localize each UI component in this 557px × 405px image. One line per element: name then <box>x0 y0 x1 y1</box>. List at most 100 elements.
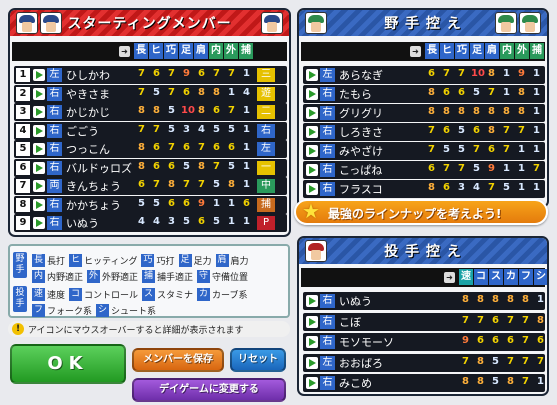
player-row[interactable]: 3 右かじかじ 8 8 5 10 8 6 7 1 二 <box>14 103 287 121</box>
stat-value: 3 <box>458 182 465 193</box>
batting-order: 8 <box>16 197 30 212</box>
player-row[interactable]: 6 右バルドゥロズ 8 6 6 5 8 7 5 1 一 <box>14 158 287 177</box>
stat-value: 6 <box>228 142 235 153</box>
player-name: おおばろ <box>339 356 383 370</box>
player-row[interactable]: 右いぬう 8 8 8 8 8 1 <box>303 292 545 310</box>
reset-button[interactable]: リセット <box>230 348 286 372</box>
player-name: みやざけ <box>339 145 383 158</box>
day-game-button[interactable]: デイゲームに変更する <box>132 378 286 402</box>
stat-value: 8 <box>522 294 529 305</box>
stat-value: 1 <box>503 87 510 98</box>
hint-text: アイコンにマウスオーバーすると詳細が表示されます <box>28 325 244 336</box>
stat-value: 7 <box>458 68 465 79</box>
player-row[interactable]: 右みこめ 8 8 5 8 7 1 <box>303 374 545 392</box>
stat-value: 7 <box>153 123 160 135</box>
stat-value: 8 <box>138 142 145 153</box>
stat-value: 8 <box>443 106 450 117</box>
player-name: いぬう <box>339 295 372 308</box>
stat-value: 8 <box>228 179 235 190</box>
legend-chip: フ <box>32 304 45 317</box>
stat-value: 8 <box>138 160 145 172</box>
player-row[interactable]: 5 右つっこん 8 6 7 6 7 6 6 1 左 <box>14 140 287 158</box>
stat-value: 6 <box>183 197 190 209</box>
stat-header: フ <box>519 269 533 285</box>
stat-value: 7 <box>507 355 514 367</box>
stat-value: 1 <box>533 125 540 136</box>
play-icon <box>306 88 318 100</box>
stat-value: 7 <box>458 163 465 174</box>
legend-line: 内内野適正外外野適正捕捕手適正守守備位置 <box>32 266 252 283</box>
stat-value: 5 <box>458 125 465 136</box>
legend-line: フフォーク系シシュート系 <box>32 300 160 317</box>
player-row[interactable]: 右グリグリ 8 8 8 8 8 8 8 1 <box>303 104 545 122</box>
play-icon <box>33 198 45 211</box>
player-row[interactable]: 1 左ひしかわ 7 6 7 9 6 7 7 1 三 <box>14 66 287 84</box>
stat-header: 内 <box>209 43 223 59</box>
stat-value: 6 <box>213 142 220 153</box>
stat-value: 7 <box>503 125 510 136</box>
player-row[interactable]: 右しろきさ 7 6 5 6 8 7 7 1 <box>303 123 545 141</box>
batting-hand: 右 <box>47 216 62 230</box>
stat-value: 1 <box>533 106 540 117</box>
stat-value: 5 <box>168 105 175 116</box>
player-row[interactable]: 右こぼ 7 7 6 7 7 8 <box>303 312 545 331</box>
stat-value: 9 <box>462 335 469 346</box>
stat-value: 5 <box>168 123 175 135</box>
stat-value: 7 <box>228 105 235 116</box>
player-row[interactable]: 9 右いぬう 4 4 3 5 6 5 1 1 P <box>14 214 287 232</box>
stat-header: 足 <box>179 43 193 59</box>
player-row[interactable]: 4 右ごごう 7 7 5 3 4 5 5 1 右 <box>14 121 287 140</box>
stat-value: 8 <box>153 105 160 116</box>
play-icon <box>306 377 318 389</box>
player-name: しろきさ <box>339 126 383 139</box>
stat-value: 3 <box>183 123 190 135</box>
batting-hand: 右 <box>47 197 62 212</box>
stat-value: 9 <box>518 68 525 79</box>
player-name: あらなぎ <box>339 69 383 82</box>
player-name: グリグリ <box>339 107 383 120</box>
stat-header: 長 <box>425 43 439 59</box>
stat-value: 6 <box>153 68 160 79</box>
batting-hand: 右 <box>320 335 335 349</box>
stat-value: 1 <box>243 105 250 116</box>
stat-value: 1 <box>243 68 250 79</box>
stat-value: 1 <box>243 160 250 172</box>
play-icon <box>306 126 318 138</box>
stat-value: 6 <box>153 142 160 153</box>
player-row[interactable]: 2 右やきさま 7 5 7 6 8 8 1 4 遊 <box>14 84 287 103</box>
stat-value: 5 <box>213 216 220 227</box>
player-row[interactable]: 7 両きんちょう 6 7 8 7 7 5 8 1 中 <box>14 177 287 195</box>
batting-order: 1 <box>16 68 30 82</box>
batting-hand: 右 <box>320 125 335 139</box>
stat-value: 6 <box>492 335 499 346</box>
ok-button[interactable]: OK <box>10 344 126 384</box>
stat-value: 1 <box>537 294 544 305</box>
player-name: モソモーソ <box>339 336 394 349</box>
stat-value: 1 <box>533 68 540 79</box>
player-name: つっこん <box>66 143 110 156</box>
stat-value: 8 <box>473 106 480 117</box>
player-row[interactable]: 左あらなぎ 6 7 7 10 8 1 9 1 <box>303 66 545 84</box>
stat-value: 5 <box>213 179 220 190</box>
stat-value: 4 <box>153 216 160 227</box>
legend-text: 外野適正 <box>102 273 139 283</box>
player-row[interactable]: 右モソモーソ 9 6 6 6 7 6 <box>303 333 545 351</box>
stat-value: 1 <box>537 376 544 387</box>
stat-legend: 野手 投手 長長打ヒヒッティング巧巧打足足力肩肩力内内野適正外外野適正捕捕手適正… <box>8 244 290 318</box>
player-row[interactable]: 右たもら 8 6 6 5 7 1 8 1 <box>303 85 545 103</box>
player-row[interactable]: 8 右かかちょう 5 5 6 6 9 1 1 6 捕 <box>14 195 287 214</box>
player-row[interactable]: 右こっぱね 6 7 7 5 9 1 1 7 <box>303 161 545 179</box>
batting-hand: 右 <box>320 163 335 177</box>
player-name: こっぱね <box>339 164 383 177</box>
legend-chip: カ <box>197 288 211 301</box>
play-icon <box>306 107 318 119</box>
stat-value: 6 <box>428 163 435 174</box>
banner-text: 最強のラインナップを考えよう! <box>328 207 502 221</box>
stat-value: 6 <box>183 86 190 98</box>
save-members-button[interactable]: メンバーを保存 <box>132 348 224 372</box>
stat-value: 6 <box>198 68 205 79</box>
player-row[interactable]: 右みやざけ 7 5 5 7 6 7 1 1 <box>303 142 545 160</box>
player-row[interactable]: 右フラスコ 8 6 3 4 7 5 1 1 <box>303 180 545 198</box>
player-row[interactable]: 左おおばろ 7 8 5 7 7 7 <box>303 353 545 372</box>
pitcher-bench-panel: 投 手 控 え ➜ 速コスカフシ 右いぬう 8 8 8 8 8 1 右こぼ 7 7 6 7 7 8 右モソモ… <box>297 236 549 396</box>
